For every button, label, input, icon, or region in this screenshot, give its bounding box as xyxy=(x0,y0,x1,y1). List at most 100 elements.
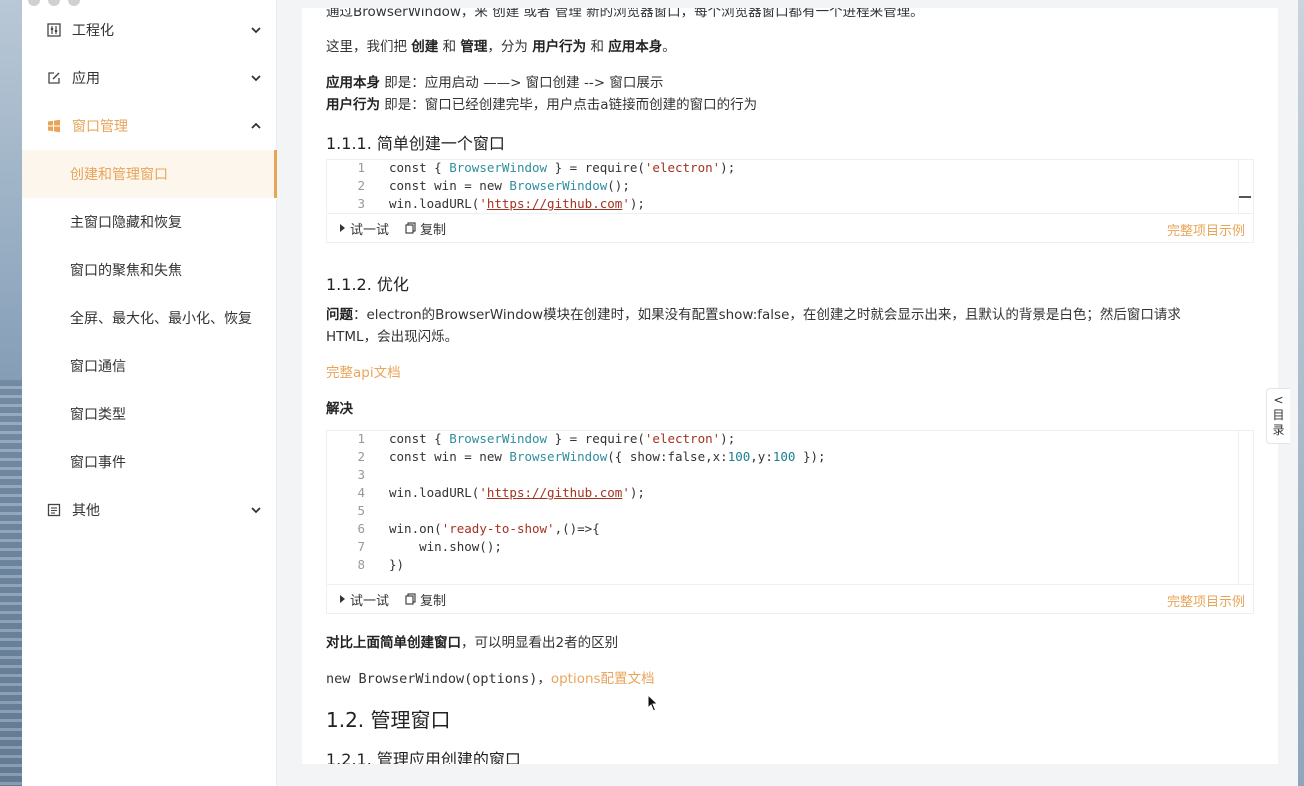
text: 这里，我们把 xyxy=(326,39,412,55)
toc-label: 目 xyxy=(1272,408,1285,422)
code-text: win.on('ready-to-show',()=>{ xyxy=(389,521,600,536)
text: 。 xyxy=(662,39,676,55)
code-text: const { BrowserWindow } = require('elect… xyxy=(389,160,736,175)
scrollbar-thumb[interactable] xyxy=(1239,196,1251,198)
code-text: new BrowserWindow(options)， xyxy=(326,671,551,687)
code-block-2: 1 const { BrowserWindow } = require('elec… xyxy=(326,430,1254,614)
text: 和 xyxy=(586,39,609,55)
toc-toggle-button[interactable]: < 目 录 xyxy=(1266,388,1290,444)
line-number: 3 xyxy=(357,196,365,211)
text: 即是：窗口已经创建完毕，用户点击a链接而创建的窗口的行为 xyxy=(380,97,758,113)
heading-1-2: 1.2. 管理窗口 xyxy=(326,708,451,732)
text: 和 xyxy=(438,39,461,55)
minimize-window-icon[interactable] xyxy=(48,0,60,6)
maximize-window-icon[interactable] xyxy=(68,0,80,6)
paragraph-problem-line2: HTML，会出现闪烁。 xyxy=(326,329,459,345)
sidebar-item-app[interactable]: 应用 xyxy=(22,54,277,102)
close-window-icon[interactable] xyxy=(28,0,40,6)
bold-text: 用户行为 xyxy=(532,39,587,55)
chevron-down-icon xyxy=(251,507,261,514)
edit-icon xyxy=(46,70,62,86)
code-line: 3 xyxy=(327,467,1227,485)
heading-1-1-2: 1.1.2. 优化 xyxy=(326,275,409,294)
sidebar-item-other[interactable]: 其他 xyxy=(22,486,277,534)
code-line: 7 win.show(); xyxy=(327,539,1227,557)
code-toolbar: 试一试 复制 完整项目示例 xyxy=(327,585,1253,613)
sidebar-subitem-hide-restore[interactable]: 主窗口隐藏和恢复 xyxy=(22,198,277,246)
code-line: 2 const win = new BrowserWindow({ show:fa… xyxy=(327,449,1227,467)
code-line: 2 const win = new BrowserWindow(); xyxy=(327,178,1227,196)
full-example-link[interactable]: 完整项目示例 xyxy=(1167,220,1245,239)
chevron-down-icon xyxy=(251,27,261,34)
paragraph-options: new BrowserWindow(options)，options配置文档 xyxy=(326,667,655,687)
text: ，可以明显看出2者的区别 xyxy=(461,635,619,651)
sidebar-subitem-fullscreen[interactable]: 全屏、最大化、最小化、恢复 xyxy=(22,294,277,342)
paragraph-app-itself: 应用本身 即是：应用启动 ——> 窗口创建 --> 窗口展示 xyxy=(326,71,663,91)
code-text: win.show(); xyxy=(389,539,502,554)
try-button[interactable]: 试一试 xyxy=(339,219,389,238)
code-line: 6 win.on('ready-to-show',()=>{ xyxy=(327,521,1227,539)
line-number: 1 xyxy=(357,160,365,175)
code-block-1: 1 const { BrowserWindow } = require('elec… xyxy=(326,159,1254,243)
sidebar-subitem-create-manage[interactable]: 创建和管理窗口 xyxy=(22,150,277,198)
line-number: 1 xyxy=(357,431,365,446)
sidebar-subitem-communication[interactable]: 窗口通信 xyxy=(22,342,277,390)
bold-text: 对比上面简单创建窗口 xyxy=(326,635,461,651)
chevron-up-icon xyxy=(251,122,261,129)
sidebar-subitem-window-events[interactable]: 窗口事件 xyxy=(22,438,277,486)
background-wallpaper-right xyxy=(1298,0,1304,786)
try-button[interactable]: 试一试 xyxy=(339,590,389,609)
copy-button[interactable]: 复制 xyxy=(405,219,446,238)
chevron-left-icon: < xyxy=(1273,393,1284,407)
sidebar-item-label: 窗口管理 xyxy=(72,119,128,135)
code-text: win.loadURL('https://github.com'); xyxy=(389,196,645,211)
code-editor[interactable]: 1 const { BrowserWindow } = require('elec… xyxy=(327,160,1253,214)
heading-1-1-1: 1.1.1. 简单创建一个窗口 xyxy=(326,134,505,153)
bold-text: 创建 xyxy=(411,39,439,55)
code-line: 5 xyxy=(327,503,1227,521)
copy-button[interactable]: 复制 xyxy=(405,590,446,609)
copy-label: 复制 xyxy=(420,593,447,609)
code-text: const win = new BrowserWindow({ show:fal… xyxy=(389,449,826,464)
play-triangle-icon xyxy=(340,595,345,603)
code-line: 1 const { BrowserWindow } = require('elec… xyxy=(327,431,1227,449)
article-content: 通过BrowserWindow，来 创建 或者 管理 新的浏览器窗口，每个浏览器… xyxy=(302,8,1278,764)
line-number: 3 xyxy=(357,467,365,482)
copy-icon xyxy=(405,222,416,234)
code-line: 1 const { BrowserWindow } = require('elec… xyxy=(327,160,1227,178)
paragraph-intro: 这里，我们把 创建 和 管理，分为 用户行为 和 应用本身。 xyxy=(326,35,676,55)
try-label: 试一试 xyxy=(350,593,390,609)
list-icon xyxy=(46,502,62,518)
full-example-link[interactable]: 完整项目示例 xyxy=(1167,591,1245,610)
options-doc-link[interactable]: options配置文档 xyxy=(551,671,655,687)
copy-label: 复制 xyxy=(420,222,447,238)
bold-text: 管理 xyxy=(460,39,488,55)
api-doc-link[interactable]: 完整api文档 xyxy=(326,361,401,381)
code-line: 4 win.loadURL('https://github.com'); xyxy=(327,485,1227,503)
bold-text: 应用本身 xyxy=(608,39,663,55)
line-number: 6 xyxy=(357,521,365,536)
sidebar-subitem-focus-blur[interactable]: 窗口的聚焦和失焦 xyxy=(22,246,277,294)
toc-label: 录 xyxy=(1272,423,1285,437)
solution-label: 解决 xyxy=(326,401,353,417)
scrollbar-track xyxy=(1238,160,1239,213)
sidebar-item-engineering[interactable]: 工程化 xyxy=(22,6,277,54)
text: ，分为 xyxy=(487,39,533,55)
line-number: 7 xyxy=(357,539,365,554)
text: 即是：应用启动 ——> 窗口创建 --> 窗口展示 xyxy=(380,75,664,91)
scrollbar-track xyxy=(1238,431,1239,584)
sidebar-subitem-window-types[interactable]: 窗口类型 xyxy=(22,390,277,438)
paragraph-user-behavior: 用户行为 即是：窗口已经创建完毕，用户点击a链接而创建的窗口的行为 xyxy=(326,93,757,113)
sidebar-item-window-management[interactable]: 窗口管理 xyxy=(22,102,277,150)
code-editor[interactable]: 1 const { BrowserWindow } = require('elec… xyxy=(327,431,1253,585)
code-text: win.loadURL('https://github.com'); xyxy=(389,485,645,500)
sidebar-item-label: 其他 xyxy=(72,503,100,519)
paragraph-cut: 通过BrowserWindow，来 创建 或者 管理 新的浏览器窗口，每个浏览器… xyxy=(326,8,924,20)
bold-text: 应用本身 xyxy=(326,75,380,91)
chevron-down-icon xyxy=(251,75,261,82)
bold-text: 问题 xyxy=(326,307,353,323)
line-number: 2 xyxy=(357,178,365,193)
line-number: 5 xyxy=(357,503,365,518)
copy-icon xyxy=(405,593,416,605)
mouse-cursor-icon xyxy=(647,694,659,712)
